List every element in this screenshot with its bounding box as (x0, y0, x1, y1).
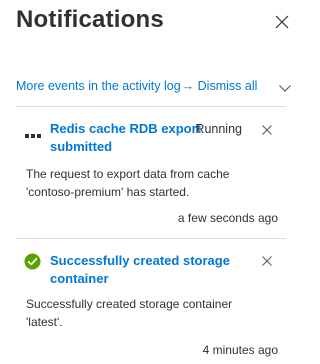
notification-body-line1: Successfully created storage container (26, 297, 233, 311)
notification-title-line1: Successfully created storage (50, 253, 230, 268)
activity-log-link[interactable]: More events in the activity log→ (16, 79, 198, 93)
notification-timestamp: a few seconds ago (177, 211, 278, 225)
notification-title-line2: container (50, 271, 109, 286)
dismiss-notification-icon[interactable] (260, 123, 274, 137)
notification-title[interactable]: Successfully created storage container (50, 252, 230, 288)
in-progress-dots-icon (24, 126, 42, 144)
notification-body-line2: 'latest'. (26, 315, 63, 329)
notification-body-line1: The request to export data from cache (26, 167, 230, 181)
notifications-panel: Notifications More events in the activit… (0, 0, 302, 364)
success-check-icon (24, 253, 41, 275)
chevron-down-icon[interactable] (278, 81, 292, 95)
notification-status-text: Running (195, 122, 242, 136)
arrow-right-icon: → (181, 79, 195, 93)
notification-title[interactable]: Redis cache RDB export submitted (50, 120, 201, 156)
notification-title-line2: submitted (50, 139, 113, 154)
activity-log-link-label: More events in the activity log (16, 79, 181, 93)
notification-body-line2: 'contoso-premium' has started. (26, 185, 190, 199)
notification-card[interactable]: Redis cache RDB export submitted Running… (16, 107, 286, 232)
panel-title: Notifications (16, 6, 164, 33)
dismiss-notification-icon[interactable] (260, 254, 274, 268)
notification-title-line1: Redis cache RDB export (50, 121, 201, 136)
notification-body: Successfully created storage container '… (26, 295, 278, 331)
dismiss-all-button[interactable]: Dismiss all (198, 79, 258, 93)
notification-timestamp: 4 minutes ago (202, 343, 278, 357)
close-icon[interactable] (272, 12, 292, 32)
notification-card[interactable]: Successfully created storage container S… (16, 239, 286, 364)
notification-body: The request to export data from cache 'c… (26, 165, 278, 201)
notifications-toolbar: More events in the activity log→ Dismiss… (16, 79, 292, 97)
